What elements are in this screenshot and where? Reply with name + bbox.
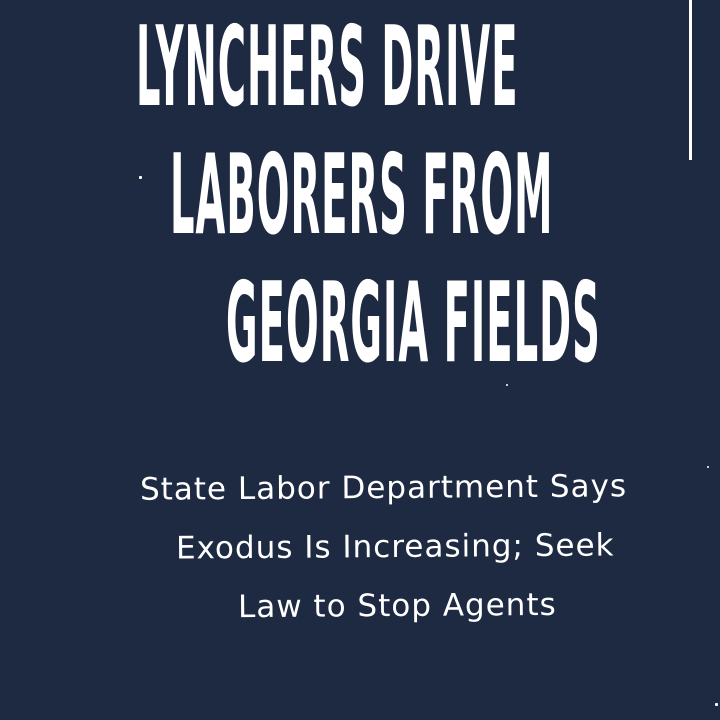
headline-line-3: GEORGIA FIELDS bbox=[226, 259, 601, 388]
headline-line-2: LABORERS FROM bbox=[170, 131, 554, 260]
subheadline-line-1: State Labor Department Says bbox=[139, 468, 628, 508]
print-speck bbox=[139, 176, 142, 179]
print-speck bbox=[707, 466, 709, 468]
subheadline-line-2: Exodus Is Increasing; Seek bbox=[175, 527, 615, 567]
print-speck bbox=[506, 384, 508, 386]
column-rule bbox=[689, 0, 692, 160]
headline-line-1: LYNCHERS DRIVE bbox=[136, 3, 519, 132]
print-speck bbox=[715, 703, 718, 706]
subheadline-line-3: Law to Stop Agents bbox=[237, 586, 557, 626]
newspaper-clipping: LYNCHERS DRIVE LABORERS FROM GEORGIA FIE… bbox=[0, 0, 720, 720]
